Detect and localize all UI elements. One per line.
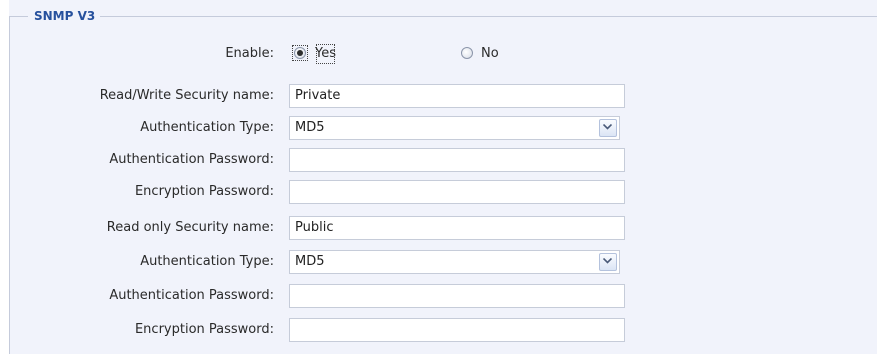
fieldset-border-top [100, 16, 877, 17]
ro-auth-type-label: Authentication Type: [140, 254, 274, 269]
ro-enc-password-row: Encryption Password: [0, 318, 877, 342]
rw-enc-password-label: Encryption Password: [134, 184, 274, 199]
rw-security-name-row: Read/Write Security name: [0, 84, 877, 108]
radio-checked-icon[interactable] [294, 47, 306, 59]
ro-auth-password-label: Authentication Password: [109, 288, 274, 303]
rw-auth-password-row: Authentication Password: [0, 148, 877, 172]
radio-unchecked-icon[interactable] [461, 47, 473, 59]
rw-auth-password-input[interactable] [289, 148, 625, 172]
ro-auth-type-value: MD5 [295, 254, 325, 269]
rw-auth-type-select[interactable]: MD5 [289, 116, 620, 140]
ro-auth-type-row: Authentication Type: MD5 [0, 250, 877, 274]
rw-auth-type-row: Authentication Type: MD5 [0, 116, 877, 140]
ro-auth-password-row: Authentication Password: [0, 284, 877, 308]
ro-enc-password-input[interactable] [289, 318, 625, 342]
rw-security-name-input[interactable] [289, 84, 625, 108]
enable-row: Enable: Yes No [0, 42, 877, 66]
ro-security-name-input[interactable] [289, 216, 625, 240]
enable-label: Enable: [225, 46, 274, 61]
ro-enc-password-label: Encryption Password: [134, 322, 274, 337]
rw-enc-password-row: Encryption Password: [0, 180, 877, 204]
snmp-v3-legend: SNMP V3 [34, 9, 96, 23]
ro-security-name-label: Read only Security name: [106, 220, 274, 235]
rw-security-name-label: Read/Write Security name: [99, 88, 274, 103]
enable-yes-label[interactable]: Yes [314, 42, 337, 66]
rw-auth-password-label: Authentication Password: [109, 152, 274, 167]
rw-auth-type-value: MD5 [295, 120, 325, 135]
rw-enc-password-input[interactable] [289, 180, 625, 204]
rw-auth-type-label: Authentication Type: [140, 120, 274, 135]
enable-no-label[interactable]: No [481, 42, 499, 66]
ro-auth-type-select[interactable]: MD5 [289, 250, 620, 274]
chevron-down-icon[interactable] [599, 253, 617, 271]
ro-auth-password-input[interactable] [289, 284, 625, 308]
fieldset-border-top [9, 16, 28, 17]
ro-security-name-row: Read only Security name: [0, 216, 877, 240]
chevron-down-icon[interactable] [599, 119, 617, 137]
